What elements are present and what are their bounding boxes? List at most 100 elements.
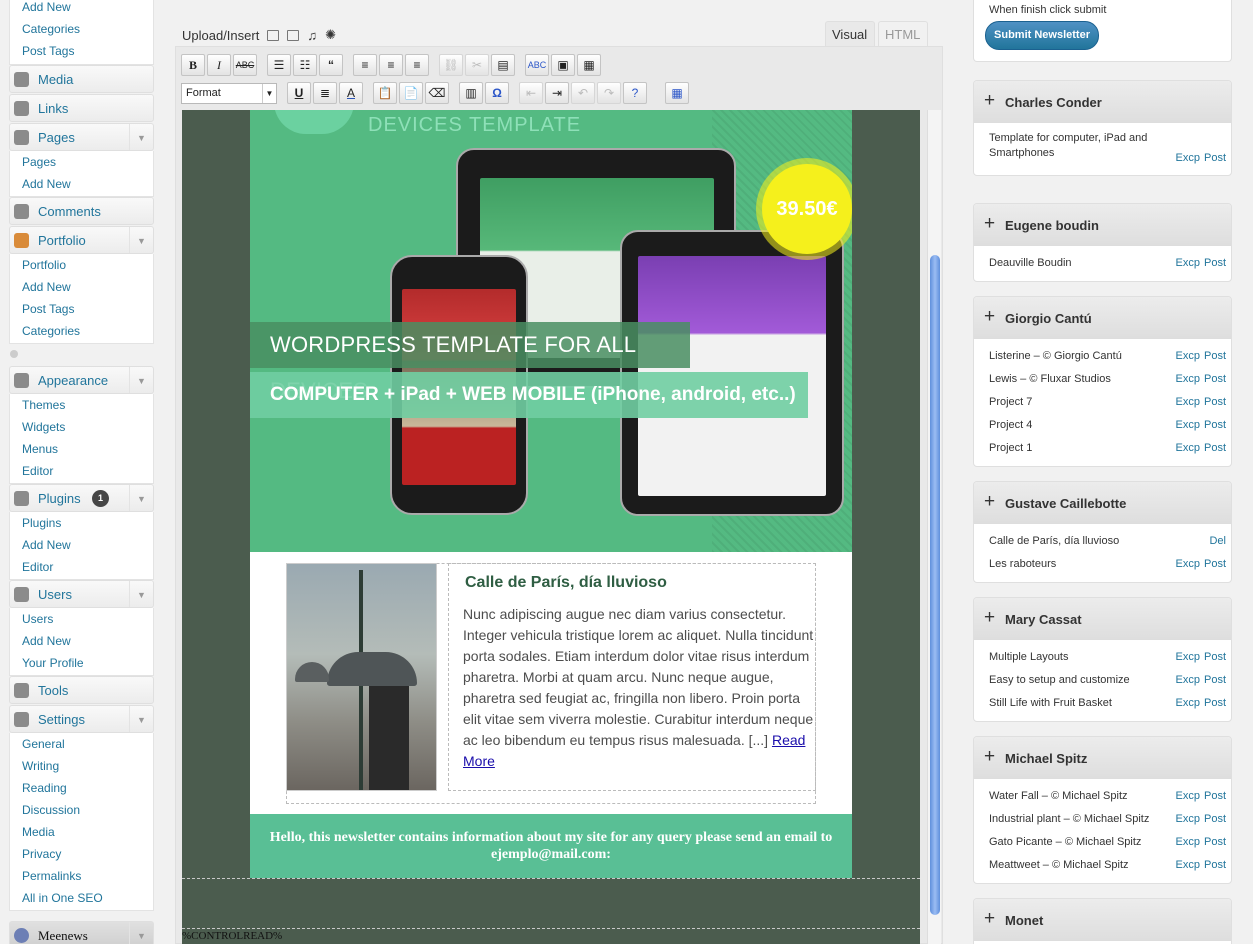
menu-comments[interactable]: Comments bbox=[9, 197, 154, 225]
submenu-plugin-editor[interactable]: Editor bbox=[10, 556, 153, 578]
post-link[interactable]: Post bbox=[1204, 790, 1226, 802]
submenu-themes[interactable]: Themes bbox=[10, 394, 153, 416]
submenu-reading[interactable]: Reading bbox=[10, 777, 153, 799]
post-link[interactable]: Post bbox=[1204, 396, 1226, 408]
link-icon[interactable]: ⛓ bbox=[439, 54, 463, 76]
group-header[interactable]: + Charles Conder bbox=[974, 81, 1231, 123]
paste-text-icon[interactable]: 📋 bbox=[373, 82, 397, 104]
group-header[interactable]: + Monet bbox=[974, 899, 1231, 941]
editor-content-frame[interactable]: DEVICES TEMPLATE 39.50€ WORDPRESS TEMPLA… bbox=[182, 110, 920, 944]
outdent-icon[interactable]: ⇤ bbox=[519, 82, 543, 104]
post-link[interactable]: Post bbox=[1204, 419, 1226, 431]
group-header[interactable]: + Giorgio Cantú bbox=[974, 297, 1231, 339]
submenu-all-in-one-seo[interactable]: All in One SEO bbox=[10, 887, 153, 909]
excp-link[interactable]: Excp bbox=[1176, 651, 1200, 663]
remove-format-icon[interactable]: ⌫ bbox=[425, 82, 449, 104]
menu-links[interactable]: Links bbox=[9, 94, 154, 122]
paste-word-icon[interactable]: 📄 bbox=[399, 82, 423, 104]
submenu-permalinks[interactable]: Permalinks bbox=[10, 865, 153, 887]
submenu-your-profile[interactable]: Your Profile bbox=[10, 652, 153, 674]
bullet-list-icon[interactable]: ☰ bbox=[267, 54, 291, 76]
submenu-discussion[interactable]: Discussion bbox=[10, 799, 153, 821]
expand-arrow-icon[interactable]: ▼ bbox=[129, 485, 153, 511]
excp-link[interactable]: Excp bbox=[1176, 859, 1200, 871]
excp-link[interactable]: Excp bbox=[1176, 350, 1200, 362]
post-link[interactable]: Post bbox=[1204, 836, 1226, 848]
plus-icon[interactable]: + bbox=[984, 607, 995, 629]
excp-link[interactable]: Excp bbox=[1176, 257, 1200, 269]
help-icon[interactable]: ? bbox=[623, 82, 647, 104]
submit-newsletter-button[interactable]: Submit Newsletter bbox=[985, 21, 1099, 50]
tab-visual[interactable]: Visual bbox=[825, 21, 875, 47]
underline-icon[interactable]: U bbox=[287, 82, 311, 104]
post-link[interactable]: Post bbox=[1204, 651, 1226, 663]
submenu-post-tags[interactable]: Post Tags bbox=[10, 40, 153, 62]
blockquote-icon[interactable]: “ bbox=[319, 54, 343, 76]
post-link[interactable]: Post bbox=[1204, 558, 1226, 570]
post-link[interactable]: Post bbox=[1204, 859, 1226, 871]
editor-scrollbar[interactable] bbox=[927, 110, 941, 944]
submenu-plugins[interactable]: Plugins bbox=[10, 512, 153, 534]
align-right-icon[interactable]: ≡ bbox=[405, 54, 429, 76]
group-header[interactable]: + Eugene boudin bbox=[974, 204, 1231, 246]
menu-portfolio[interactable]: Portfolio ▼ bbox=[9, 226, 154, 254]
plus-icon[interactable]: + bbox=[984, 90, 995, 112]
submenu-editor[interactable]: Editor bbox=[10, 460, 153, 482]
post-link[interactable]: Post bbox=[1204, 257, 1226, 269]
submenu-add-new-portfolio[interactable]: Add New bbox=[10, 276, 153, 298]
numbered-list-icon[interactable]: ☷ bbox=[293, 54, 317, 76]
unlink-icon[interactable]: ✂ bbox=[465, 54, 489, 76]
excp-link[interactable]: Excp bbox=[1176, 396, 1200, 408]
menu-meenews[interactable]: Meenews ▼ bbox=[9, 921, 154, 944]
menu-settings[interactable]: Settings ▼ bbox=[9, 705, 154, 733]
align-center-icon[interactable]: ≡ bbox=[379, 54, 403, 76]
expand-arrow-icon[interactable]: ▼ bbox=[129, 706, 153, 732]
format-select[interactable]: Format ▼ bbox=[181, 82, 277, 104]
post-link[interactable]: Post bbox=[1204, 373, 1226, 385]
submenu-portfolio[interactable]: Portfolio bbox=[10, 254, 153, 276]
post-link[interactable]: Post bbox=[1204, 152, 1226, 164]
special-character-icon[interactable]: Ω bbox=[485, 82, 509, 104]
submenu-privacy[interactable]: Privacy bbox=[10, 843, 153, 865]
post-link[interactable]: Post bbox=[1204, 350, 1226, 362]
more-tag-icon[interactable]: ▤ bbox=[491, 54, 515, 76]
submenu-media-settings[interactable]: Media bbox=[10, 821, 153, 843]
menu-tools[interactable]: Tools bbox=[9, 676, 154, 704]
submenu-menus[interactable]: Menus bbox=[10, 438, 153, 460]
plus-icon[interactable]: + bbox=[984, 491, 995, 513]
justify-icon[interactable]: ≣ bbox=[313, 82, 337, 104]
excp-link[interactable]: Excp bbox=[1176, 419, 1200, 431]
text-color-icon[interactable]: A bbox=[339, 82, 363, 104]
submenu-post-tags[interactable]: Post Tags bbox=[10, 298, 153, 320]
expand-arrow-icon[interactable]: ▼ bbox=[129, 581, 153, 607]
group-header[interactable]: + Michael Spitz bbox=[974, 737, 1231, 779]
menu-appearance[interactable]: Appearance ▼ bbox=[9, 366, 154, 394]
strikethrough-icon[interactable]: ABC bbox=[233, 54, 257, 76]
del-link[interactable]: Del bbox=[1209, 535, 1226, 547]
plus-icon[interactable]: + bbox=[984, 306, 995, 328]
submenu-add-new-post[interactable]: Add New bbox=[10, 0, 153, 18]
group-header[interactable]: + Gustave Caillebotte bbox=[974, 482, 1231, 524]
excp-link[interactable]: Excp bbox=[1176, 813, 1200, 825]
submenu-categories[interactable]: Categories bbox=[10, 18, 153, 40]
redo-icon[interactable]: ↷ bbox=[597, 82, 621, 104]
expand-arrow-icon[interactable]: ▼ bbox=[129, 922, 153, 944]
italic-icon[interactable]: I bbox=[207, 54, 231, 76]
post-link[interactable]: Post bbox=[1204, 442, 1226, 454]
post-link[interactable]: Post bbox=[1204, 697, 1226, 709]
submenu-add-new-page[interactable]: Add New bbox=[10, 173, 153, 195]
expand-arrow-icon[interactable]: ▼ bbox=[129, 367, 153, 393]
plus-icon[interactable]: + bbox=[984, 746, 995, 768]
expand-arrow-icon[interactable]: ▼ bbox=[129, 124, 153, 150]
add-video-icon[interactable] bbox=[287, 29, 300, 41]
excp-link[interactable]: Excp bbox=[1176, 558, 1200, 570]
add-image-icon[interactable] bbox=[267, 29, 280, 41]
excp-link[interactable]: Excp bbox=[1176, 674, 1200, 686]
bold-icon[interactable]: B bbox=[181, 54, 205, 76]
kitchen-sink-icon[interactable]: ▦ bbox=[577, 54, 601, 76]
align-left-icon[interactable]: ≡ bbox=[353, 54, 377, 76]
excp-link[interactable]: Excp bbox=[1176, 442, 1200, 454]
expand-arrow-icon[interactable]: ▼ bbox=[129, 227, 153, 253]
spellcheck-icon[interactable]: ABC bbox=[525, 54, 549, 76]
submenu-widgets[interactable]: Widgets bbox=[10, 416, 153, 438]
